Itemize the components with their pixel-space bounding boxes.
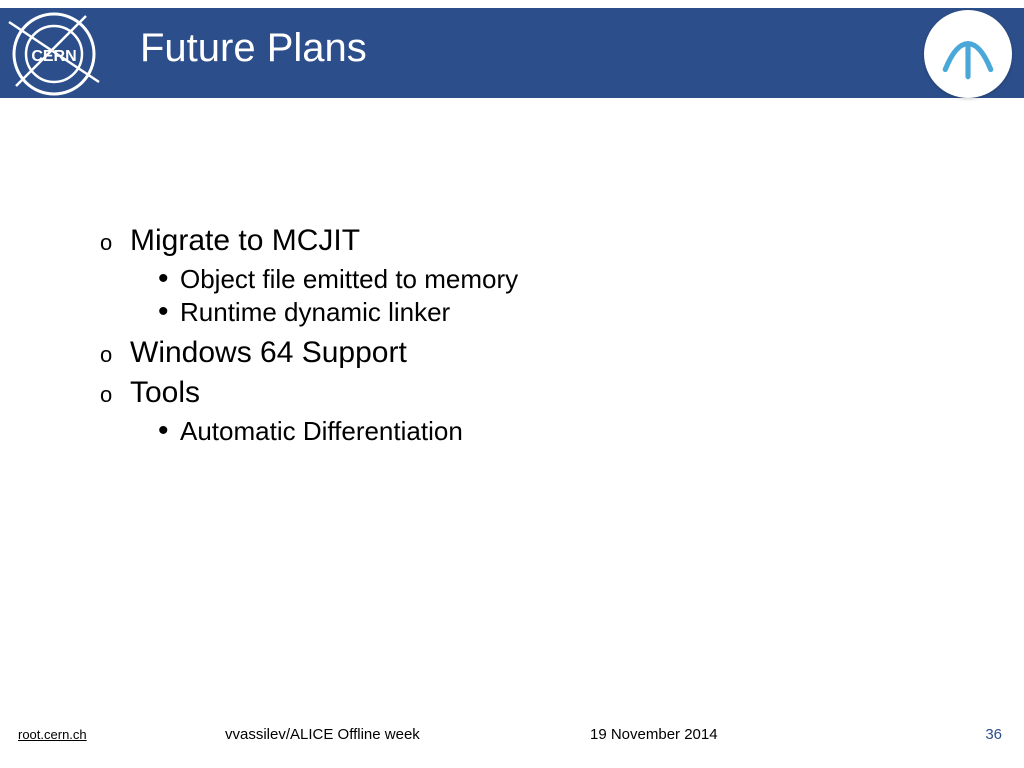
list-text: Windows 64 Support [130,336,407,370]
cern-logo: CERN [0,4,108,104]
list-marker: • [158,421,180,441]
list-text: Automatic Differentiation [180,416,463,447]
list-marker: o [100,342,128,368]
slide-header: CERN Future Plans [0,8,1024,98]
slide-content: o Migrate to MCJIT • Object file emitted… [100,224,900,449]
list-item: • Automatic Differentiation [158,416,900,447]
list-marker: o [100,382,128,408]
svg-text:CERN: CERN [31,48,76,65]
footer-author: vvassilev/ALICE Offline week [225,726,420,743]
list-marker: • [158,302,180,322]
list-text: Object file emitted to memory [180,264,518,295]
slide-footer: root.cern.ch vvassilev/ALICE Offline wee… [0,722,1024,746]
footer-date: 19 November 2014 [590,726,718,743]
list-item: o Tools [100,376,900,410]
list-text: Runtime dynamic linker [180,297,450,328]
slide-title: Future Plans [140,26,367,71]
list-item: o Windows 64 Support [100,336,900,370]
root-logo [924,10,1012,98]
footer-link[interactable]: root.cern.ch [18,727,87,742]
list-item: • Runtime dynamic linker [158,297,900,328]
footer-page-number: 36 [985,726,1002,743]
list-text: Migrate to MCJIT [130,224,360,258]
list-text: Tools [130,376,200,410]
list-item: • Object file emitted to memory [158,264,900,295]
list-marker: • [158,269,180,289]
list-item: o Migrate to MCJIT [100,224,900,258]
list-marker: o [100,230,128,256]
